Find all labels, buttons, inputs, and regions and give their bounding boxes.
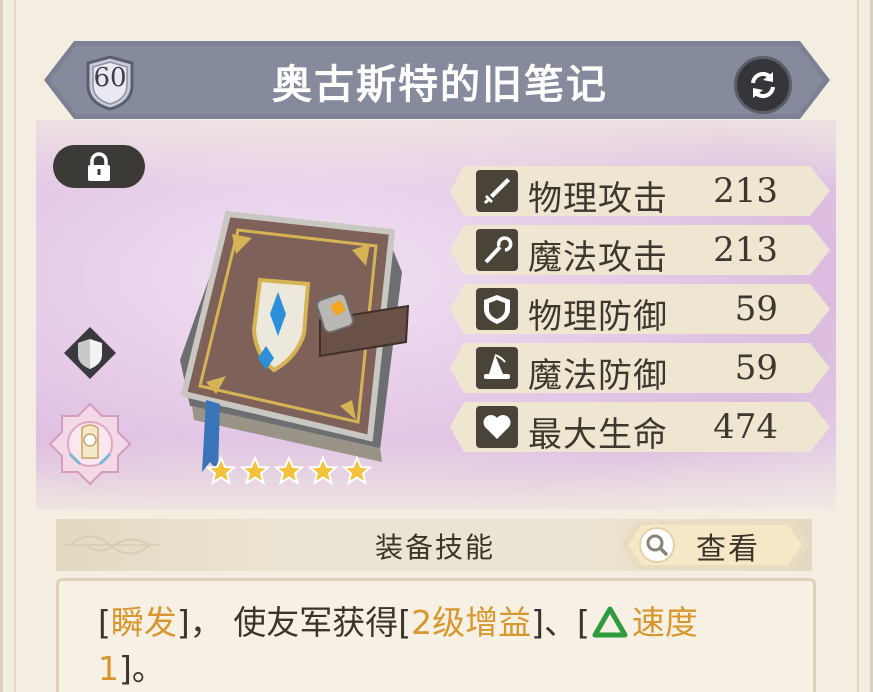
stat-value: 474 [713, 407, 778, 447]
bracket-text: [ [98, 603, 111, 642]
stat-row-physical-defense: 物理防御 59 [450, 284, 830, 337]
stat-row-max-hp: 最大生命 474 [450, 402, 830, 455]
level-number: 60 [93, 63, 127, 93]
stat-label: 魔法攻击 [528, 238, 668, 278]
keyword-speed-level[interactable]: 1 [98, 649, 119, 688]
desc-text: ]。 [119, 649, 165, 688]
stat-value: 213 [713, 171, 778, 211]
stat-row-magic-defense: 魔法防御 59 [450, 343, 830, 396]
stat-value: 59 [734, 289, 778, 329]
rarity-stars [206, 456, 372, 486]
stat-value: 59 [734, 348, 778, 388]
desc-text: ]， 使友军获得[ [176, 603, 412, 642]
skill-description: [瞬发]， 使友军获得[2级增益]、[ 速度 1]。 [98, 600, 758, 692]
swap-icon [751, 71, 775, 99]
old-notebook-icon [180, 210, 410, 472]
ornament-icon [64, 535, 160, 555]
stat-label: 魔法防御 [528, 356, 668, 396]
equipment-type-shield-icon[interactable] [62, 325, 118, 381]
stat-row-physical-attack: 物理攻击 213 [450, 166, 830, 219]
stat-row-magic-attack: 魔法攻击 213 [450, 225, 830, 278]
rune-emblem-icon[interactable] [46, 402, 134, 486]
page-title: 奥古斯特的旧笔记 [272, 62, 608, 108]
lock-icon [88, 151, 110, 181]
skill-section-title: 装备技能 [374, 531, 495, 564]
lock-button[interactable] [53, 145, 145, 188]
desc-text: ]、[ [531, 603, 590, 642]
stat-value: 213 [713, 230, 778, 270]
shield-icon [476, 288, 518, 330]
stat-label: 物理防御 [528, 297, 668, 337]
star-icon [240, 456, 270, 486]
stat-label: 物理攻击 [528, 179, 668, 219]
stat-label: 最大生命 [528, 415, 668, 455]
staff-icon [476, 229, 518, 271]
buff-up-triangle-icon [592, 606, 628, 638]
keyword-buff-level[interactable]: 2级增益 [411, 603, 531, 642]
star-icon [206, 456, 236, 486]
keyword-speed[interactable]: 速度 [632, 603, 698, 642]
keyword-instant[interactable]: 瞬发 [111, 603, 177, 642]
heart-icon [476, 406, 518, 448]
star-icon [342, 456, 372, 486]
wizard-hat-icon [476, 347, 518, 389]
star-icon [274, 456, 304, 486]
swap-equipment-button[interactable] [734, 56, 792, 114]
sword-icon [476, 170, 518, 212]
magnifier-icon [639, 527, 675, 563]
view-skill-label[interactable]: 查看 [696, 524, 760, 568]
star-icon [308, 456, 338, 486]
